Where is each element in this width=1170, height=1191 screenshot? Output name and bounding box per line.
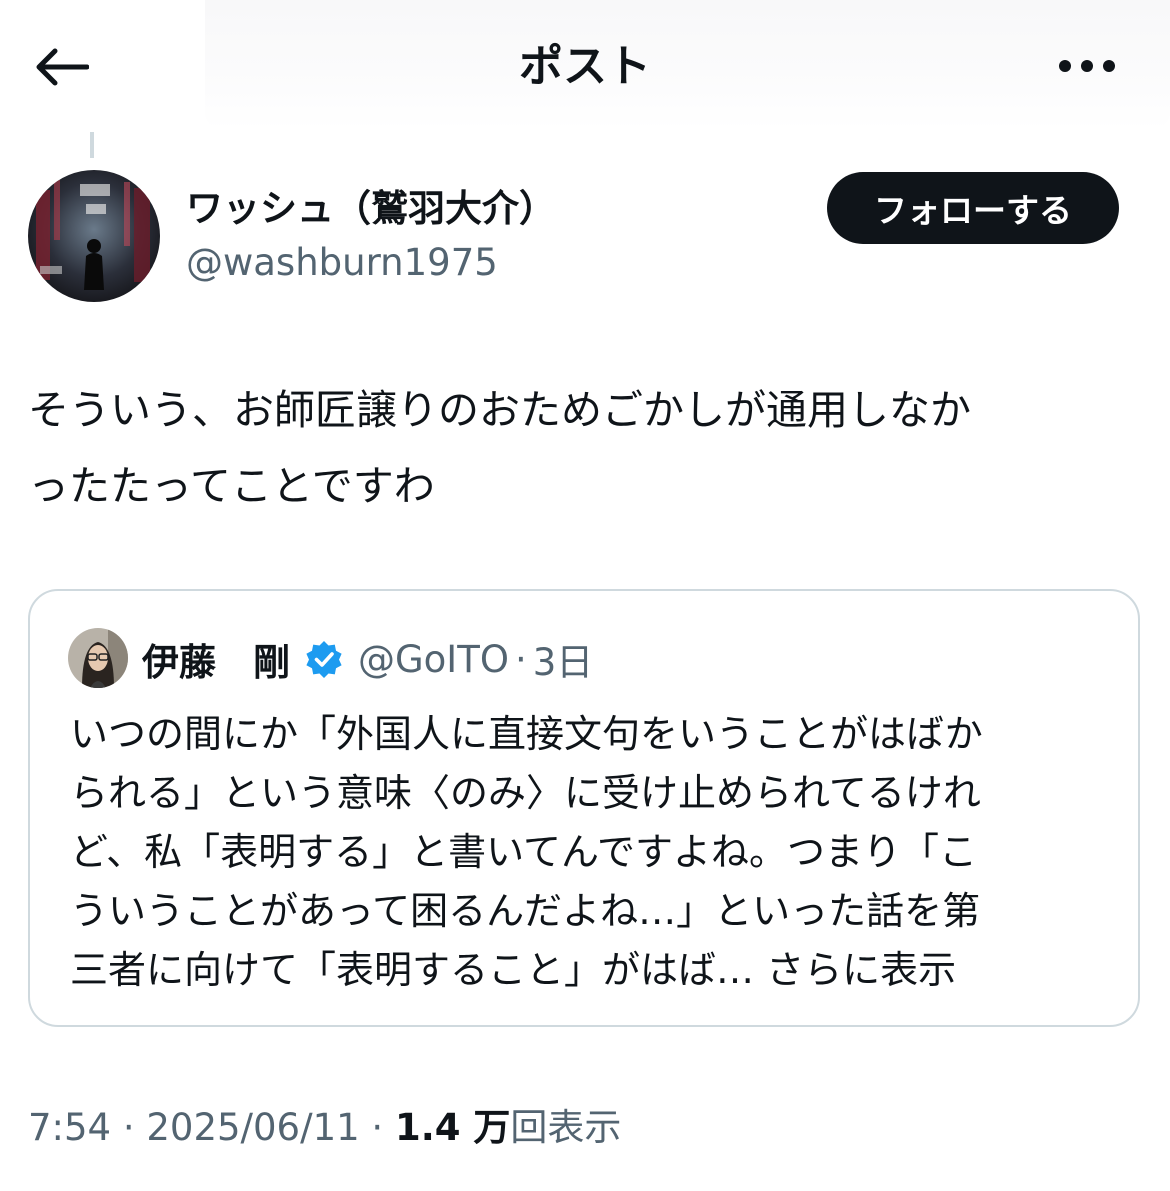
show-more-link[interactable]: さらに表示	[766, 948, 956, 992]
top-navigation-bar: ポスト	[0, 0, 1170, 132]
meta-separator: ·	[111, 1106, 147, 1149]
avatar-image	[28, 170, 160, 302]
quoted-author-avatar[interactable]	[68, 628, 128, 688]
post-date: 2025/06/11	[146, 1106, 360, 1149]
quoted-avatar-image	[68, 628, 128, 688]
verified-badge-icon	[304, 639, 344, 679]
post-time: 7:54	[28, 1106, 112, 1149]
views-count: 1.4 万	[394, 1106, 511, 1149]
quoted-author-handle[interactable]: @GoITO	[358, 638, 509, 681]
quoted-post-header: 伊藤 剛 @GoITO · 3日	[142, 633, 593, 685]
follow-button[interactable]: フォローする	[827, 172, 1119, 244]
post-metadata: 7:54 · 2025/06/11 · 1.4 万回表示	[28, 1100, 621, 1156]
quoted-post-card[interactable]: 伊藤 剛 @GoITO · 3日 いつの間にか「外国人に直接文句をいうことがはば…	[28, 589, 1140, 1027]
quoted-author-name[interactable]: 伊藤 剛	[142, 632, 290, 686]
quoted-post-text: いつの間にか「外国人に直接文句をいうことがはばか られる」という意味〈のみ〉に受…	[70, 705, 1110, 1000]
meta-separator: ·	[359, 1106, 395, 1149]
author-handle[interactable]: @washburn1975	[186, 238, 498, 288]
views-label: 回表示	[510, 1106, 622, 1149]
separator-dot: ·	[514, 637, 527, 681]
more-horizontal-icon	[1059, 60, 1115, 72]
page-title: ポスト	[519, 41, 651, 92]
thread-connector-line	[90, 132, 94, 158]
post-text: そういう、お師匠譲りのおためごかしが通用しなか ったたってことですわ	[28, 386, 971, 510]
author-avatar[interactable]	[28, 170, 160, 302]
quoted-post-time[interactable]: 3日	[533, 632, 594, 686]
author-display-name[interactable]: ワッシュ（鷲羽大介）	[186, 184, 556, 234]
more-options-button[interactable]	[1052, 40, 1122, 92]
